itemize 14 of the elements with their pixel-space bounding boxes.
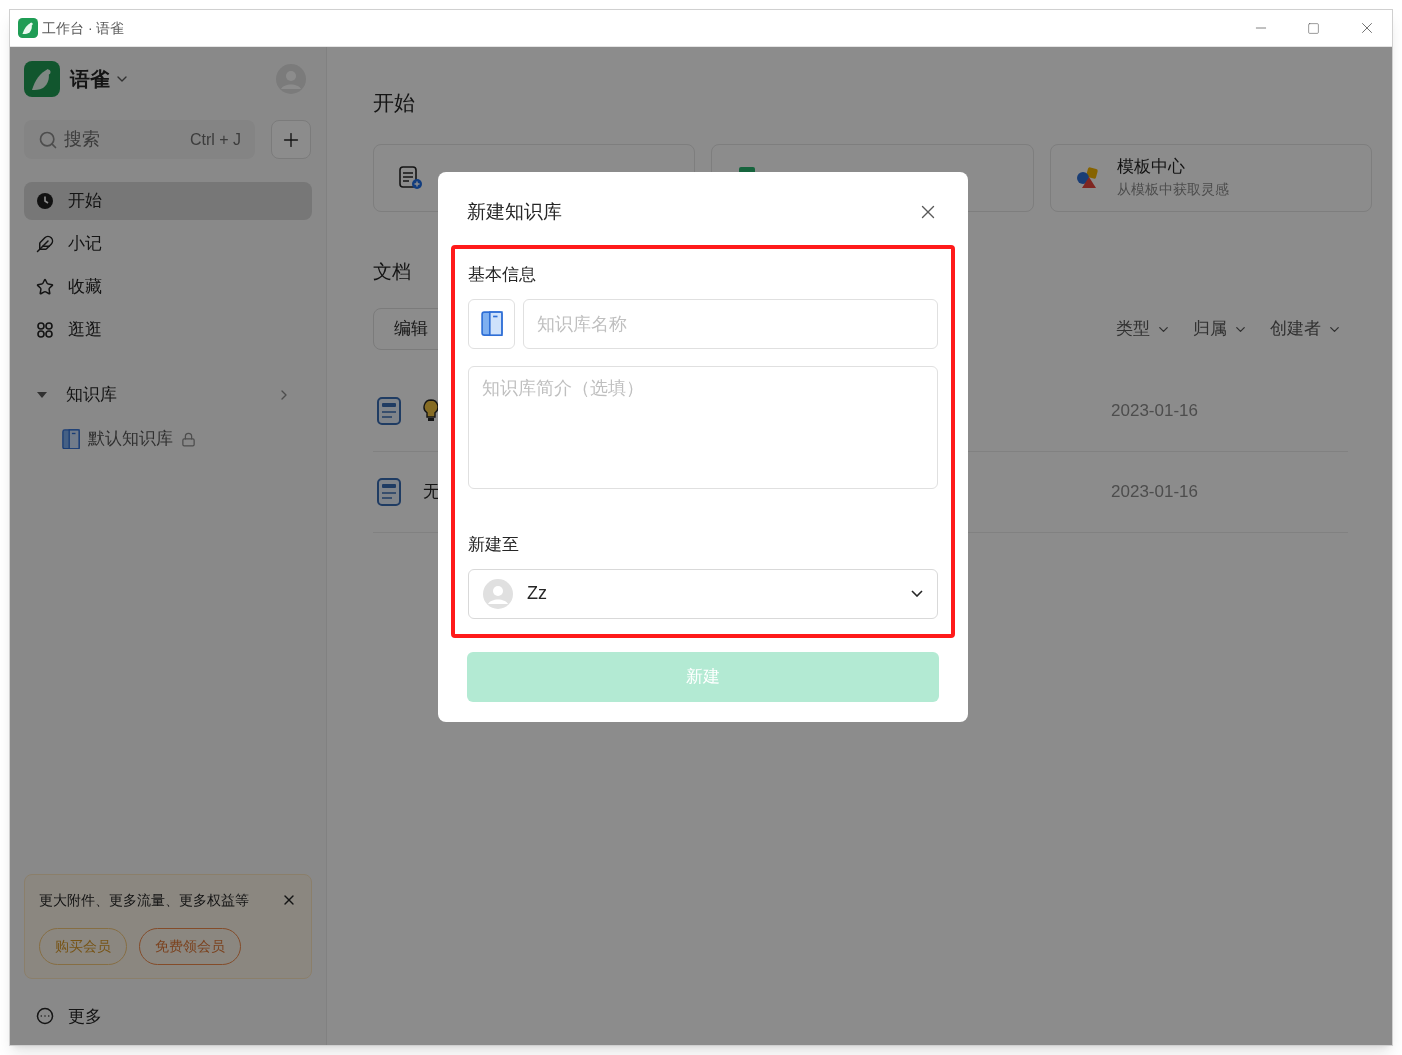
section-label: 基本信息 <box>468 263 537 286</box>
section-heading: 文档 <box>373 259 411 284</box>
page-heading: 开始 <box>373 90 416 116</box>
card-title: 模板中心 <box>1116 156 1186 178</box>
promo-text: 更大附件、更多流量、更多权益等 <box>39 890 249 910</box>
document-date: 2023-01-16 <box>1111 400 1198 423</box>
document-date: 2023-01-16 <box>1111 481 1198 504</box>
shortcut-hint: Ctrl + J <box>189 129 241 150</box>
app-name: 语雀 <box>70 67 110 92</box>
modal-title: 新建知识库 <box>467 200 562 224</box>
target-value: Zz <box>527 582 547 605</box>
target-label: 新建至 <box>468 534 520 556</box>
card-subtitle: 从模板中获取灵感 <box>1116 180 1229 199</box>
window-title: 工作台 · 语雀 <box>42 18 125 38</box>
